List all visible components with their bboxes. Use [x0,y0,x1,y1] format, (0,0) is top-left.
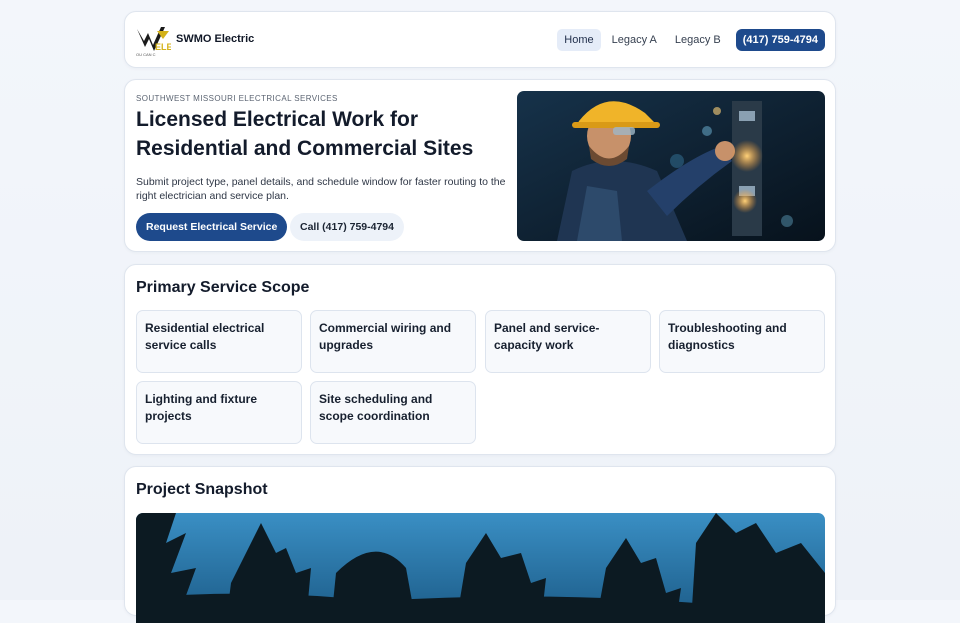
project-photo [136,513,825,623]
logo-text: ELE [155,42,171,52]
nav-home[interactable]: Home [557,29,601,51]
hero-description: Submit project type, panel details, and … [136,176,506,202]
services-section: Primary Service Scope Residential electr… [124,264,836,455]
nav-legacy-b[interactable]: Legacy B [668,29,728,51]
main-nav: Home Legacy A Legacy B (417) 759-4794 [557,29,825,51]
service-tile[interactable]: Panel and service-capacity work [485,310,651,373]
snapshot-title: Project Snapshot [136,481,268,498]
electrician-photo [517,91,825,241]
phone-button[interactable]: (417) 759-4794 [735,29,825,51]
call-button[interactable]: Call (417) 759-4794 [290,213,404,241]
hero-title: Licensed Electrical Work for Residential… [136,108,474,160]
brand-logo[interactable]: ELE OU CAN C [135,25,171,57]
brand-name[interactable]: SWMO Electric [176,33,254,45]
request-service-button[interactable]: Request Electrical Service [136,213,288,241]
services-title: Primary Service Scope [136,279,310,296]
service-tile[interactable]: Commercial wiring and upgrades [310,310,476,373]
nav-legacy-a[interactable]: Legacy A [605,29,664,51]
site-header: ELE OU CAN C SWMO Electric Home Legacy A… [124,11,836,68]
service-tile[interactable]: Site scheduling and scope coordination [310,381,476,444]
hero-section: SOUTHWEST MISSOURI ELECTRICAL SERVICES L… [124,79,836,252]
logo-subtext: OU CAN C [136,52,156,57]
service-tile[interactable]: Lighting and fixture projects [136,381,302,444]
snapshot-section: Project Snapshot [124,466,836,623]
hero-eyebrow: SOUTHWEST MISSOURI ELECTRICAL SERVICES [136,94,338,103]
service-tile[interactable]: Residential electrical service calls [136,310,302,373]
service-tile[interactable]: Troubleshooting and diagnostics [659,310,825,373]
